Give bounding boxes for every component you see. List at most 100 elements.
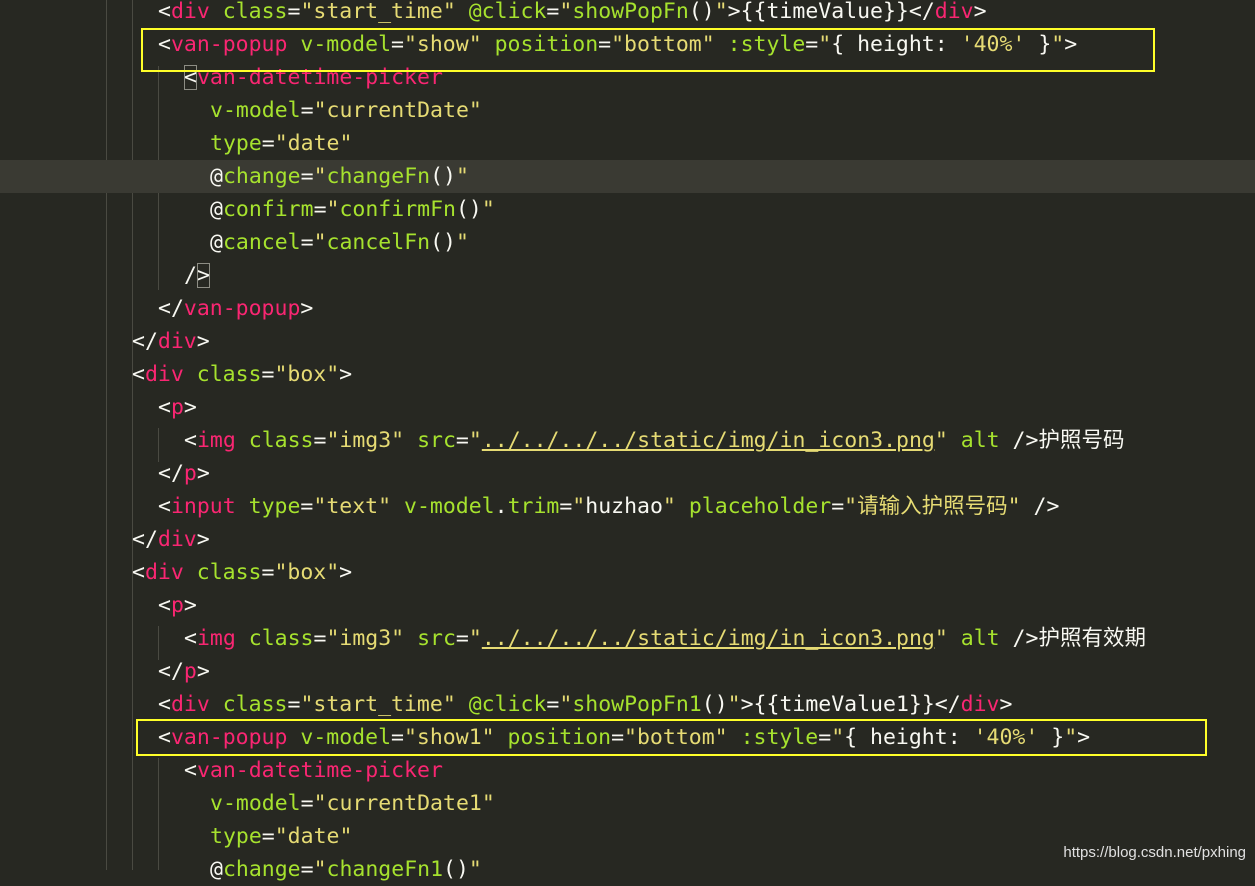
code-text: @confirm="confirmFn()": [210, 193, 495, 226]
code-text: v-model="currentDate": [210, 94, 482, 127]
code-token: >: [196, 659, 210, 684]
code-token: <: [158, 593, 171, 618]
code-token: input: [170, 494, 236, 519]
code-token: cancel: [222, 230, 301, 255]
code-token: =: [300, 791, 314, 816]
code-token: =: [261, 824, 275, 849]
code-token: ": [572, 494, 586, 519]
code-token: type: [210, 131, 262, 156]
code-line[interactable]: <van-datetime-picker: [0, 754, 1255, 787]
code-token: div: [170, 692, 210, 717]
code-token: p: [183, 461, 197, 486]
code-token: "currentDate1": [313, 791, 495, 816]
code-token: @click: [468, 692, 547, 717]
code-token: class: [248, 428, 314, 453]
code-token: van-popup: [183, 296, 301, 321]
code-token: =: [300, 494, 314, 519]
code-line[interactable]: </div>: [0, 325, 1255, 358]
code-token: "box": [274, 560, 340, 585]
code-text: </p>: [158, 457, 210, 490]
code-token: type: [248, 494, 301, 519]
code-token: p: [183, 659, 197, 684]
code-line[interactable]: v-model="currentDate": [0, 94, 1255, 127]
code-line[interactable]: @confirm="confirmFn()": [0, 193, 1255, 226]
code-token: "start_time": [300, 0, 456, 24]
code-token: =: [313, 428, 327, 453]
code-token: </: [158, 461, 184, 486]
code-token: ../../../../static/img/in_icon3.png: [481, 428, 935, 453]
code-token: (): [455, 197, 482, 222]
code-line[interactable]: v-model="currentDate1": [0, 787, 1255, 820]
code-line[interactable]: </van-popup>: [0, 292, 1255, 325]
code-line[interactable]: <img class="img3" src="../../../../stati…: [0, 622, 1255, 655]
code-text: @change="changeFn()": [210, 160, 469, 193]
code-token: ": [313, 230, 327, 255]
code-line[interactable]: <input type="text" v-model.trim="huzhao"…: [0, 490, 1255, 523]
code-token: "currentDate": [313, 98, 482, 123]
code-line[interactable]: <img class="img3" src="../../../../stati…: [0, 424, 1255, 457]
code-line[interactable]: </p>: [0, 457, 1255, 490]
watermark: https://blog.csdn.net/pxhing: [1063, 844, 1246, 861]
code-token: />护照有效期: [999, 626, 1146, 651]
code-token: ": [559, 0, 573, 24]
code-token: (): [430, 164, 456, 189]
code-token: div: [934, 0, 974, 24]
code-token: =: [300, 230, 314, 255]
code-token: <: [184, 758, 197, 783]
code-line[interactable]: </p>: [0, 655, 1255, 688]
code-token: =: [287, 692, 301, 717]
code-line[interactable]: type="date": [0, 127, 1255, 160]
code-token: div: [960, 692, 1000, 717]
code-token: div: [170, 0, 210, 24]
code-token: =: [313, 197, 327, 222]
code-token: <: [158, 395, 171, 420]
code-line[interactable]: <div class="box">: [0, 358, 1255, 391]
code-token: src: [417, 626, 456, 651]
code-token: type: [210, 824, 262, 849]
code-token: "img3": [326, 626, 405, 651]
code-token: "box": [274, 362, 340, 387]
code-text: </p>: [158, 655, 210, 688]
code-token: change: [222, 164, 301, 189]
code-text: type="date": [210, 820, 352, 853]
code-text: <div class="box">: [132, 358, 352, 391]
code-token: img: [196, 626, 236, 651]
code-token: div: [144, 560, 184, 585]
highlight-box: [136, 719, 1207, 756]
code-token: alt: [960, 626, 1000, 651]
code-text: type="date": [210, 127, 352, 160]
code-text: <div class="box">: [132, 556, 352, 589]
code-token: class: [222, 692, 288, 717]
code-token: van-datetime-picker: [196, 758, 443, 783]
code-token: =: [300, 164, 314, 189]
code-token: </: [132, 527, 158, 552]
code-token: </: [132, 329, 158, 354]
code-token: class: [248, 626, 314, 651]
code-line[interactable]: </div>: [0, 523, 1255, 556]
code-token: div: [144, 362, 184, 387]
code-line[interactable]: <p>: [0, 589, 1255, 622]
code-line[interactable]: @change="changeFn()": [0, 160, 1255, 193]
code-line[interactable]: <div class="start_time" @click="showPopF…: [0, 0, 1255, 28]
code-token: huzhao: [585, 494, 663, 519]
code-token: <: [184, 626, 197, 651]
code-line[interactable]: <div class="start_time" @click="showPopF…: [0, 688, 1255, 721]
code-token: alt: [960, 428, 1000, 453]
code-token: >{{timeValue1}}</: [740, 692, 961, 717]
code-line[interactable]: @cancel="cancelFn()": [0, 226, 1255, 259]
code-token: ": [313, 164, 327, 189]
code-line[interactable]: <div class="box">: [0, 556, 1255, 589]
code-line[interactable]: <p>: [0, 391, 1255, 424]
code-token: ": [468, 626, 482, 651]
code-line[interactable]: />: [0, 259, 1255, 292]
code-token: >{{timeValue}}</: [727, 0, 935, 24]
